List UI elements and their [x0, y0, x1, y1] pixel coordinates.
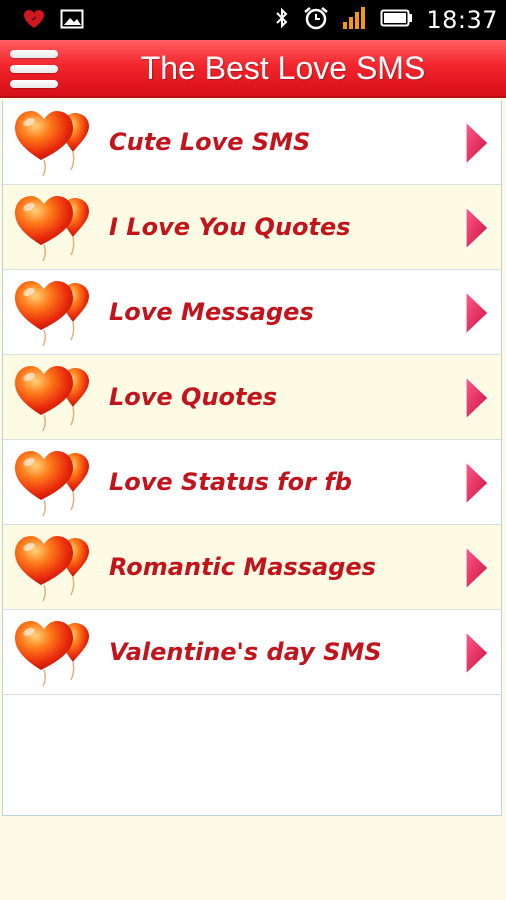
hamburger-menu-icon[interactable]	[10, 50, 58, 88]
list-item[interactable]: Romantic Massages	[3, 525, 501, 610]
page-title: The Best Love SMS	[140, 50, 426, 86]
list-item[interactable]: Love Messages	[3, 270, 501, 355]
list-item-label: Cute Love SMS	[109, 128, 311, 156]
heart-balloon-icon	[11, 191, 97, 265]
list-item[interactable]: Cute Love SMS	[3, 100, 501, 185]
chevron-right-icon[interactable]	[465, 630, 489, 676]
gallery-icon	[60, 8, 84, 34]
chevron-right-icon[interactable]	[465, 290, 489, 336]
list-item-label: Love Status for fb	[109, 468, 352, 496]
heart-balloon-icon	[11, 446, 97, 520]
notification-heart-icon	[22, 8, 46, 34]
alarm-icon	[302, 5, 330, 35]
bluetooth-icon	[274, 6, 290, 34]
list-item-label: Love Messages	[109, 298, 314, 326]
chevron-right-icon[interactable]	[465, 205, 489, 251]
chevron-right-icon[interactable]	[465, 460, 489, 506]
battery-icon	[380, 8, 414, 32]
clock-time: 18:37	[426, 6, 498, 34]
heart-balloon-icon	[11, 531, 97, 605]
app-bar: The Best Love SMS	[0, 40, 506, 98]
list-item-label: Love Quotes	[109, 383, 278, 411]
list-item-label: Valentine's day SMS	[109, 638, 382, 666]
status-bar: 18:37	[0, 0, 506, 40]
list-item-label: I Love You Quotes	[109, 213, 351, 241]
list-item[interactable]: Love Quotes	[3, 355, 501, 440]
heart-balloon-icon	[11, 361, 97, 435]
list-item[interactable]: I Love You Quotes	[3, 185, 501, 270]
signal-icon	[342, 6, 368, 34]
chevron-right-icon[interactable]	[465, 545, 489, 591]
list-item[interactable]: Love Status for fb	[3, 440, 501, 525]
chevron-right-icon[interactable]	[465, 120, 489, 166]
chevron-right-icon[interactable]	[465, 375, 489, 421]
list-item[interactable]: Valentine's day SMS	[3, 610, 501, 695]
list-item-label: Romantic Massages	[109, 553, 376, 581]
heart-balloon-icon	[11, 616, 97, 690]
heart-balloon-icon	[11, 106, 97, 180]
category-list: Cute Love SMS I Love You Quotes Love Mes…	[2, 100, 502, 816]
heart-balloon-icon	[11, 276, 97, 350]
